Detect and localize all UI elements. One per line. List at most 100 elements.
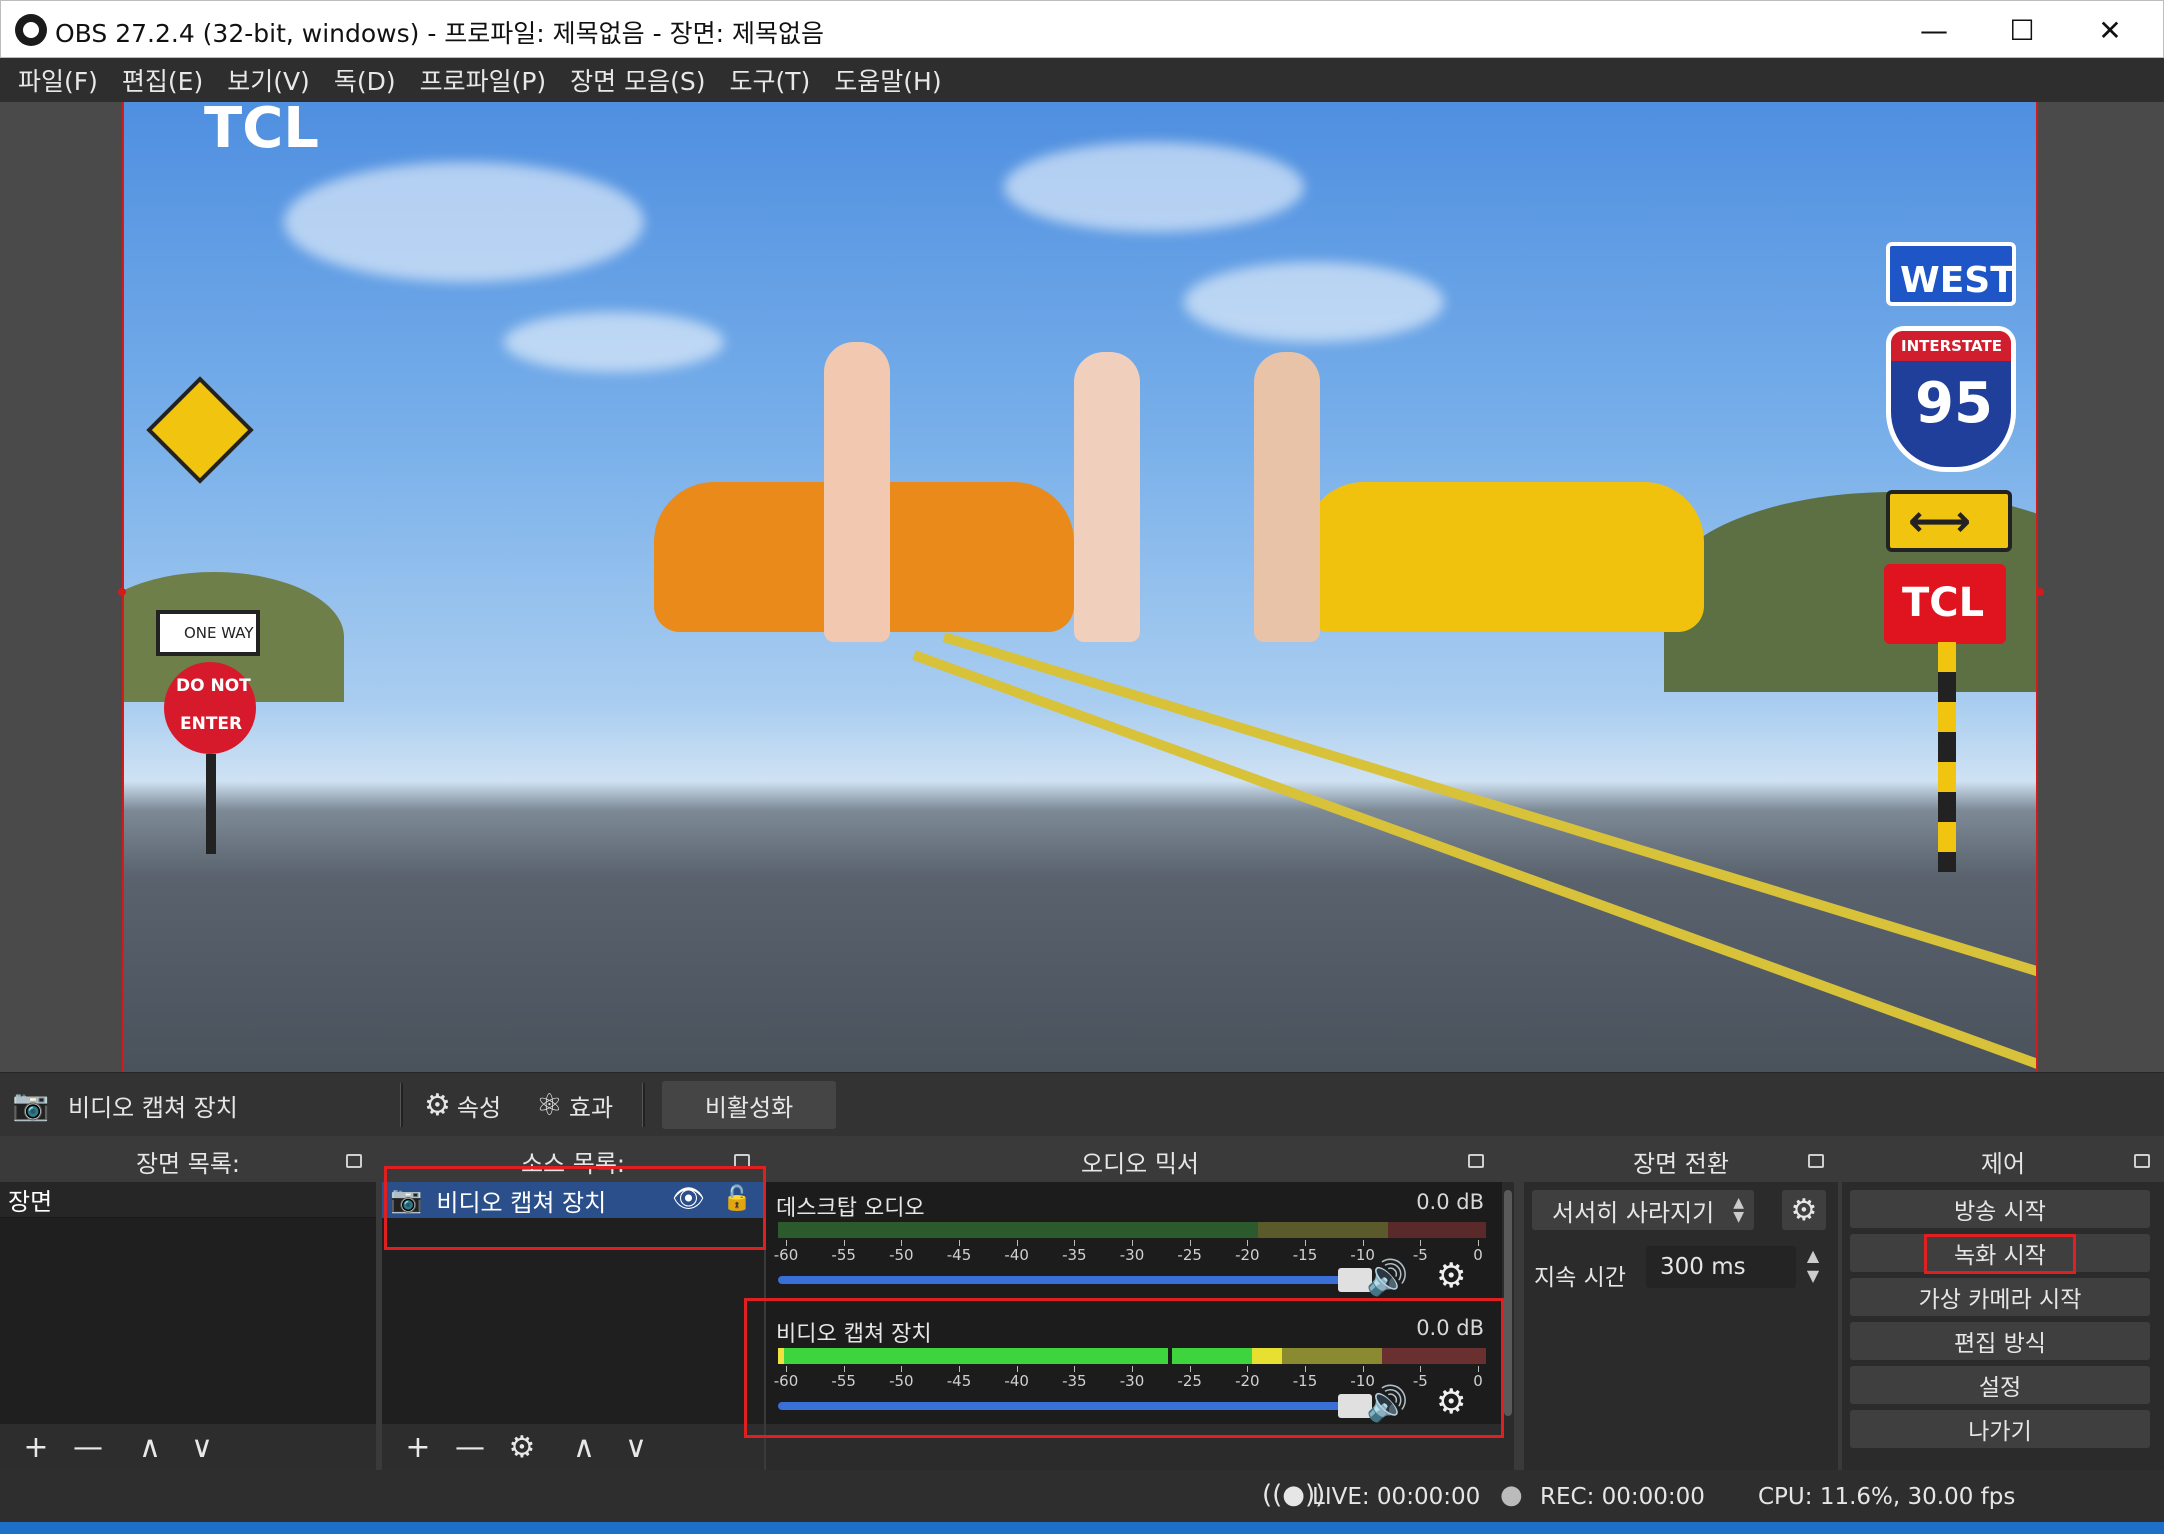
title-bar: OBS 27.2.4 (32-bit, windows) - 프로파일: 제목없… [0, 0, 2164, 58]
gear-icon[interactable]: ⚙ [1436, 1256, 1466, 1296]
source-properties-gear-icon[interactable]: ⚙ [496, 1424, 548, 1470]
meter-tick-label: -50 [889, 1246, 914, 1264]
status-bar: ((●)) LIVE: 00:00:00 ● REC: 00:00:00 CPU… [0, 1470, 2164, 1522]
meter-tick-label: -35 [1062, 1246, 1087, 1264]
float-icon[interactable] [1808, 1154, 1824, 1168]
record-dot-icon: ● [1500, 1480, 1523, 1510]
mixer-channel: 데스크탑 오디오 0.0 dB -60 -55 -50 -45 -40 -35 -30 -25… [766, 1182, 1514, 1306]
speaker-icon[interactable]: 🔊 [1366, 1258, 1408, 1298]
remove-source-button[interactable]: — [444, 1424, 496, 1470]
cloud [284, 162, 644, 282]
cloud [504, 312, 724, 372]
menu-edit[interactable]: 편집(E) [122, 62, 203, 98]
start-streaming-button[interactable]: 방송 시작 [1850, 1190, 2150, 1228]
camera-icon: 📷 [12, 1087, 50, 1123]
gear-icon: ⚙ [424, 1087, 451, 1123]
road-line [912, 650, 2036, 1071]
live-status: LIVE: 00:00:00 [1312, 1484, 1481, 1510]
resize-handle[interactable] [2036, 588, 2044, 596]
scenes-header: 장면 목록: [0, 1140, 376, 1182]
meter-tick-label: -5 [1412, 1246, 1428, 1264]
menu-view[interactable]: 보기(V) [227, 62, 310, 98]
scene-item[interactable]: 장면 [0, 1182, 376, 1218]
scenes-footer: + — ∧ ∨ [0, 1424, 376, 1470]
move-scene-down-button[interactable]: ∨ [176, 1424, 228, 1470]
settings-button[interactable]: 설정 [1850, 1366, 2150, 1404]
float-icon[interactable] [1468, 1154, 1484, 1168]
interstate-95-sign: INTERSTATE 95 [1886, 326, 2016, 472]
deactivate-button[interactable]: 비활성화 [662, 1081, 836, 1129]
cloud [1004, 142, 1304, 232]
selected-source-label: 비디오 캡쳐 장치 [68, 1093, 238, 1122]
close-button[interactable]: ✕ [2066, 1, 2154, 59]
meter-tick-label: -30 [1119, 1246, 1145, 1264]
video-capture-preview[interactable]: TCL ONE WAY DO NOT ENTER WEST INTERSTATE… [122, 102, 2038, 1072]
minimize-button[interactable]: — [1890, 1, 1978, 59]
menu-docks[interactable]: 독(D) [334, 62, 396, 98]
preview-area[interactable]: TCL ONE WAY DO NOT ENTER WEST INTERSTATE… [0, 102, 2164, 1072]
transition-gear-icon[interactable]: ⚙ [1782, 1190, 1826, 1230]
person [824, 342, 890, 642]
volume-meter [778, 1222, 1486, 1238]
float-icon[interactable] [346, 1154, 362, 1168]
properties-button[interactable]: ⚙ 속성 [424, 1073, 501, 1137]
tcl-sign: TCL [1884, 564, 2006, 644]
source-toolbar: 📷 비디오 캡쳐 장치 ⚙ 속성 ⚛ 효과 비활성화 [0, 1072, 2164, 1136]
meter-tick-label: -60 [773, 1246, 799, 1264]
channel-db: 0.0 dB [1416, 1190, 1484, 1214]
menu-scene-collection[interactable]: 장면 모음(S) [570, 62, 705, 98]
meter-tick-label: -15 [1292, 1246, 1318, 1264]
transition-select[interactable]: 서서히 사라지기 ▲ ▼ [1532, 1190, 1754, 1230]
one-way-sign: ONE WAY [156, 610, 260, 656]
start-virtual-camera-button[interactable]: 가상 카메라 시작 [1850, 1278, 2150, 1316]
cpu-status: CPU: 11.6%, 30.00 fps [1758, 1484, 2016, 1510]
filter-icon: ⚛ [536, 1087, 563, 1123]
move-source-up-button[interactable]: ∧ [558, 1424, 610, 1470]
exit-button[interactable]: 나가기 [1850, 1410, 2150, 1448]
volume-slider[interactable] [778, 1268, 1372, 1292]
rec-status: REC: 00:00:00 [1540, 1484, 1705, 1510]
yellow-car [1304, 482, 1704, 632]
scene-transitions-dock: 장면 전환 서서히 사라지기 ▲ ▼ ⚙ 지속 시간 300 ms ▲ ▼ [1524, 1140, 1838, 1470]
menu-file[interactable]: 파일(F) [18, 62, 98, 98]
highlight-video-capture-channel [744, 1298, 1504, 1438]
sign-pole [1938, 642, 1956, 872]
arrow-warning-sign [146, 376, 254, 484]
scene-list[interactable]: 장면 [0, 1182, 376, 1430]
filters-button[interactable]: ⚛ 효과 [536, 1073, 613, 1137]
studio-mode-button[interactable]: 편집 방식 [1850, 1322, 2150, 1360]
duration-input[interactable]: 300 ms [1646, 1246, 1796, 1288]
taskbar-strip [0, 1522, 2164, 1534]
tcl-logo: TCL [204, 102, 319, 161]
controls-header: 제어 [1842, 1140, 2164, 1182]
move-source-down-button[interactable]: ∨ [610, 1424, 662, 1470]
double-arrow-sign: ⟷ [1886, 490, 2012, 552]
cloud [1184, 262, 1444, 342]
menu-bar: 파일(F) 편집(E) 보기(V) 독(D) 프로파일(P) 장면 모음(S) … [0, 58, 2164, 102]
do-not-enter-sign: DO NOT ENTER [164, 662, 256, 754]
west-sign: WEST [1886, 242, 2016, 306]
add-source-button[interactable]: + [392, 1424, 444, 1470]
person [1254, 352, 1320, 642]
duration-spinner[interactable]: ▲ ▼ [1798, 1246, 1828, 1288]
move-scene-up-button[interactable]: ∧ [124, 1424, 176, 1470]
meter-tick-label: -20 [1235, 1246, 1260, 1264]
add-scene-button[interactable]: + [10, 1424, 62, 1470]
meter-tick-label: -40 [1004, 1246, 1029, 1264]
resize-handle[interactable] [118, 588, 126, 596]
menu-profile[interactable]: 프로파일(P) [420, 62, 547, 98]
sign-pole [206, 754, 216, 854]
divider [642, 1083, 645, 1127]
highlight-source-item [384, 1166, 766, 1250]
menu-tools[interactable]: 도구(T) [730, 62, 811, 98]
scenes-dock: 장면 목록: 장면 + — ∧ ∨ [0, 1140, 376, 1470]
meter-tick-label: 0 [1473, 1246, 1483, 1264]
channel-name: 데스크탑 오디오 [776, 1196, 925, 1221]
transition-header: 장면 전환 [1524, 1140, 1838, 1182]
float-icon[interactable] [2134, 1154, 2150, 1168]
menu-help[interactable]: 도움말(H) [834, 62, 941, 98]
remove-scene-button[interactable]: — [62, 1424, 114, 1470]
maximize-button[interactable]: ☐ [1978, 1, 2066, 59]
sources-footer: + — ⚙ ∧ ∨ [382, 1424, 764, 1470]
meter-tick-label: -45 [946, 1246, 972, 1264]
